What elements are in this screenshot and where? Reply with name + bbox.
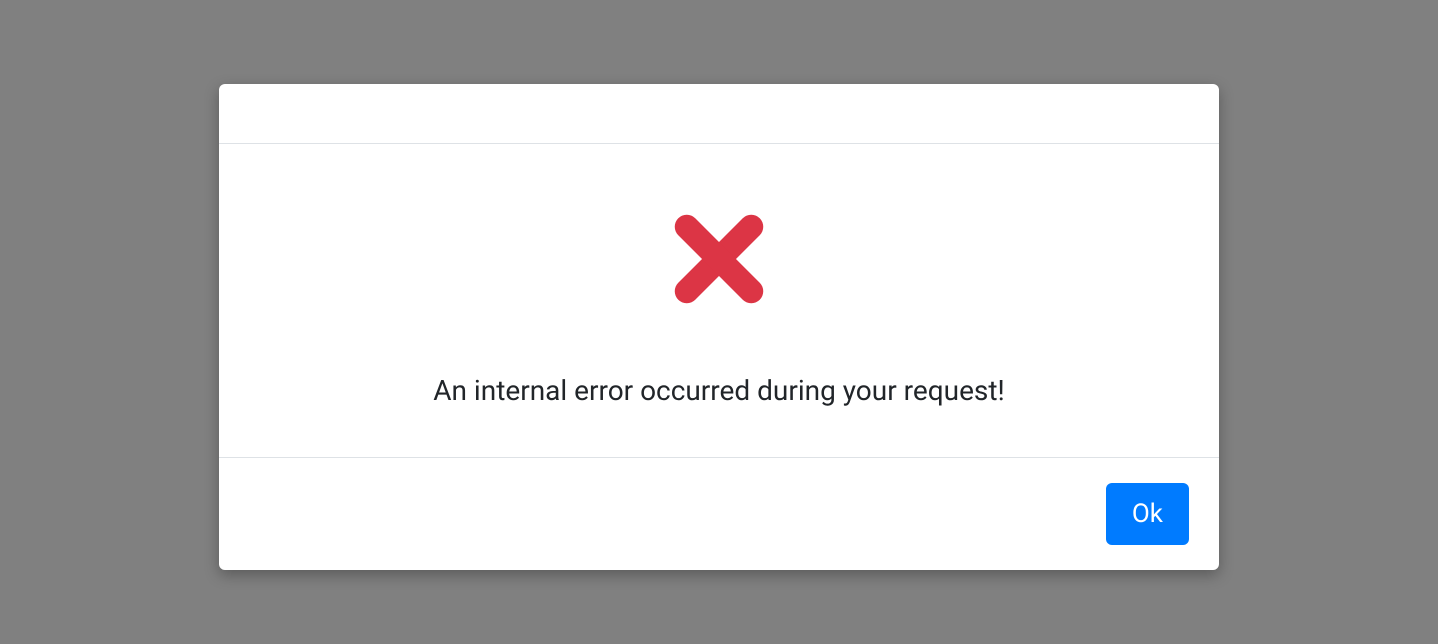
- dialog-header: [219, 84, 1219, 144]
- dialog-footer: Ok: [219, 458, 1219, 570]
- error-x-icon: [659, 199, 779, 319]
- ok-button[interactable]: Ok: [1106, 483, 1189, 545]
- dialog-body: An internal error occurred during your r…: [219, 144, 1219, 458]
- error-icon-container: [249, 199, 1189, 319]
- error-message: An internal error occurred during your r…: [249, 374, 1189, 407]
- error-dialog: An internal error occurred during your r…: [219, 84, 1219, 570]
